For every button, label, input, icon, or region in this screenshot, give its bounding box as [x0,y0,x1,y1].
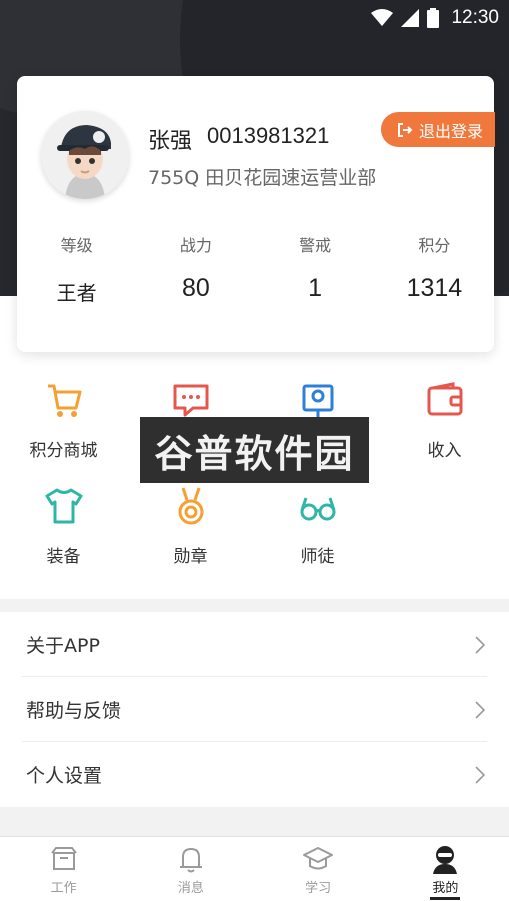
menu-item-about[interactable]: 关于APP [0,612,509,677]
wifi-icon [371,9,394,26]
logout-icon [398,122,413,137]
user-phone: 0013981321 [207,123,330,148]
feature-label: 装备 [46,547,81,567]
active-tab-indicator [430,897,461,900]
watermark-text: 谷普软件园 [154,431,355,476]
tab-label: 我的 [432,881,459,896]
feature-equipment[interactable]: 装备 [0,486,127,567]
tab-messages[interactable]: 消息 [127,837,254,901]
tab-work[interactable]: 工作 [0,837,127,901]
menu-item-label: 关于APP [26,635,100,657]
menu-item-label: 个人设置 [26,765,103,787]
stat-value: 1 [308,274,323,302]
logout-label: 退出登录 [419,121,484,141]
chevron-right-icon [475,765,485,784]
feature-label: 勋章 [173,547,208,567]
bottom-tab-bar: 工作 消息 学习 我的 [0,836,509,901]
feature-label: 积分商城 [29,441,98,461]
stat-label: 积分 [418,236,451,255]
feature-label: 师徒 [300,547,335,567]
user-ninja-icon [433,846,458,874]
cart-icon [47,384,81,417]
menu-item-label: 帮助与反馈 [26,700,122,722]
stat-label: 警戒 [299,236,332,255]
stat-value: 1314 [406,274,463,302]
tab-mine[interactable]: 我的 [382,837,509,901]
medal-icon [178,487,203,525]
wallet-icon [427,382,462,416]
message-icon [173,384,208,417]
stat-level: 等级 王者 [17,232,136,306]
chevron-right-icon [475,700,485,719]
tab-label: 工作 [50,881,77,896]
tshirt-icon [45,488,82,524]
stat-value: 王者 [56,281,97,305]
chevron-right-icon [475,635,485,654]
menu-item-settings[interactable]: 个人设置 [0,742,509,807]
tab-label: 学习 [305,881,332,896]
stat-label: 战力 [179,236,212,255]
graduation-cap-icon [303,847,334,870]
id-card-icon [302,384,333,418]
settings-menu: 关于APP 帮助与反馈 个人设置 [0,612,509,807]
tab-learning[interactable]: 学习 [255,837,382,901]
stat-power: 战力 80 [136,232,255,306]
stats-row: 等级 王者 战力 80 警戒 1 积分 1314 [17,232,494,306]
box-icon [50,847,77,870]
feature-medals[interactable]: 勋章 [127,486,254,567]
avatar[interactable] [41,111,129,199]
status-bar: 12:30 [0,0,509,36]
logout-button[interactable]: 退出登录 [381,112,495,147]
watermark-banner: 谷普软件园 [140,417,369,483]
glasses-icon [300,497,335,521]
feature-points-mall[interactable]: 积分商城 [0,380,127,461]
stat-points: 积分 1314 [375,232,494,306]
user-name: 张强 [148,129,193,154]
stat-alert: 警戒 1 [256,232,375,306]
feature-income[interactable]: 收入 [381,380,508,461]
tab-label: 消息 [177,881,204,896]
feature-mentorship[interactable]: 师徒 [254,486,381,567]
bell-icon [179,847,202,873]
menu-item-help[interactable]: 帮助与反馈 [0,677,509,742]
stat-value: 80 [181,274,210,302]
battery-icon [427,8,440,28]
signal-icon [401,9,420,27]
stat-label: 等级 [60,236,93,255]
profile-card: 张强 0013981321 755Q 田贝花园速运营业部 退出登录 等级 王者 … [17,76,495,352]
user-branch: 755Q 田贝花园速运营业部 [148,167,377,189]
status-time: 12:30 [451,7,499,28]
feature-label: 收入 [427,441,462,461]
